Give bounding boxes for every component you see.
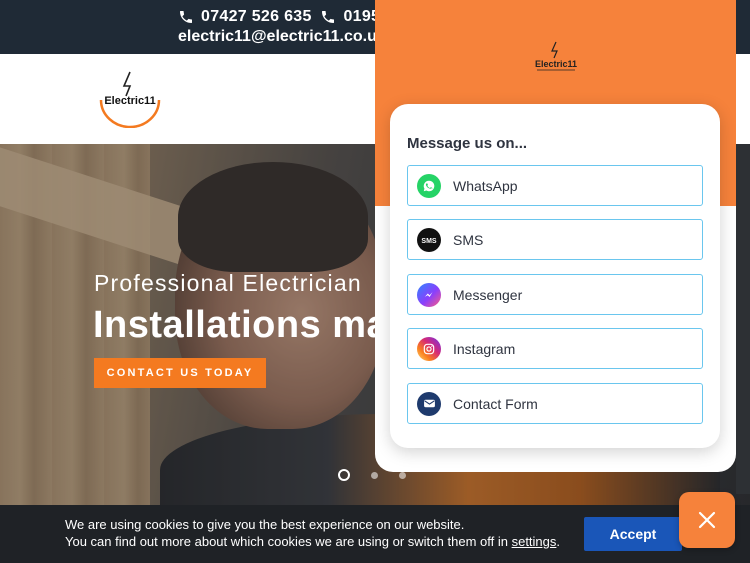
phone-icon: [322, 11, 335, 23]
popup-logo: Electric11: [533, 40, 579, 74]
phone-link-1[interactable]: 07427 526 635: [178, 8, 312, 26]
option-label: SMS: [453, 231, 484, 248]
hero-subtitle: Professional Electrician: [94, 270, 362, 296]
hero-title: Installations ma: [93, 304, 389, 346]
chat-close-button[interactable]: [679, 492, 735, 548]
option-label: Contact Form: [453, 395, 538, 412]
phone-icon: [180, 11, 192, 23]
slider-dot-2[interactable]: [371, 471, 378, 479]
site-logo[interactable]: Electric11: [97, 70, 163, 129]
cookie-settings-link[interactable]: settings: [512, 534, 557, 549]
chat-widget-popup: Electric11 Message us on... WhatsApp SMS…: [375, 0, 736, 472]
option-label: Instagram: [453, 340, 516, 357]
whatsapp-icon: [417, 173, 441, 198]
cookie-message-line1: We are using cookies to give you the bes…: [65, 517, 465, 532]
contact-us-button[interactable]: CONTACT US TODAY: [94, 358, 266, 388]
popup-logo-graphic: Electric11: [535, 41, 577, 71]
cookie-consent-bar: We are using cookies to give you the bes…: [0, 505, 750, 563]
option-messenger[interactable]: Messenger: [407, 274, 703, 315]
sms-icon: SMS: [417, 227, 441, 252]
email-link[interactable]: electric11@electric11.co.uk: [178, 28, 386, 46]
messenger-icon: [417, 282, 441, 307]
cookie-text: You can find out more about which cookie…: [65, 534, 512, 549]
cookie-text-end: .: [556, 534, 561, 549]
message-options-card: Message us on... WhatsApp SMS SMS Messen…: [390, 104, 720, 448]
phone-numbers: 07427 526 635 0195: [178, 8, 384, 30]
cookie-message-line2: You can find out more about which cookie…: [65, 534, 560, 549]
mail-icon: [417, 391, 441, 416]
close-icon: [698, 511, 716, 529]
instagram-icon: [417, 336, 441, 361]
option-contact-form[interactable]: Contact Form: [407, 383, 703, 424]
svg-text:Electric11: Electric11: [535, 59, 577, 69]
page-edge-strip: [736, 144, 750, 494]
option-whatsapp[interactable]: WhatsApp: [407, 165, 703, 206]
phone-link-2[interactable]: 0195: [320, 8, 380, 26]
option-instagram[interactable]: Instagram: [407, 328, 703, 369]
slider-dot-3[interactable]: [399, 471, 406, 479]
option-label: Messenger: [453, 286, 523, 303]
slider-dot-1[interactable]: [338, 469, 350, 481]
accept-cookies-button[interactable]: Accept: [584, 517, 682, 551]
message-us-heading: Message us on...: [407, 135, 528, 152]
svg-text:SMS: SMS: [421, 238, 437, 245]
option-sms[interactable]: SMS SMS: [407, 219, 703, 260]
svg-text:Electric11: Electric11: [104, 95, 155, 107]
phone-number-1[interactable]: 07427 526 635: [201, 8, 312, 26]
logo-graphic: Electric11: [99, 71, 161, 129]
option-label: WhatsApp: [453, 177, 518, 194]
